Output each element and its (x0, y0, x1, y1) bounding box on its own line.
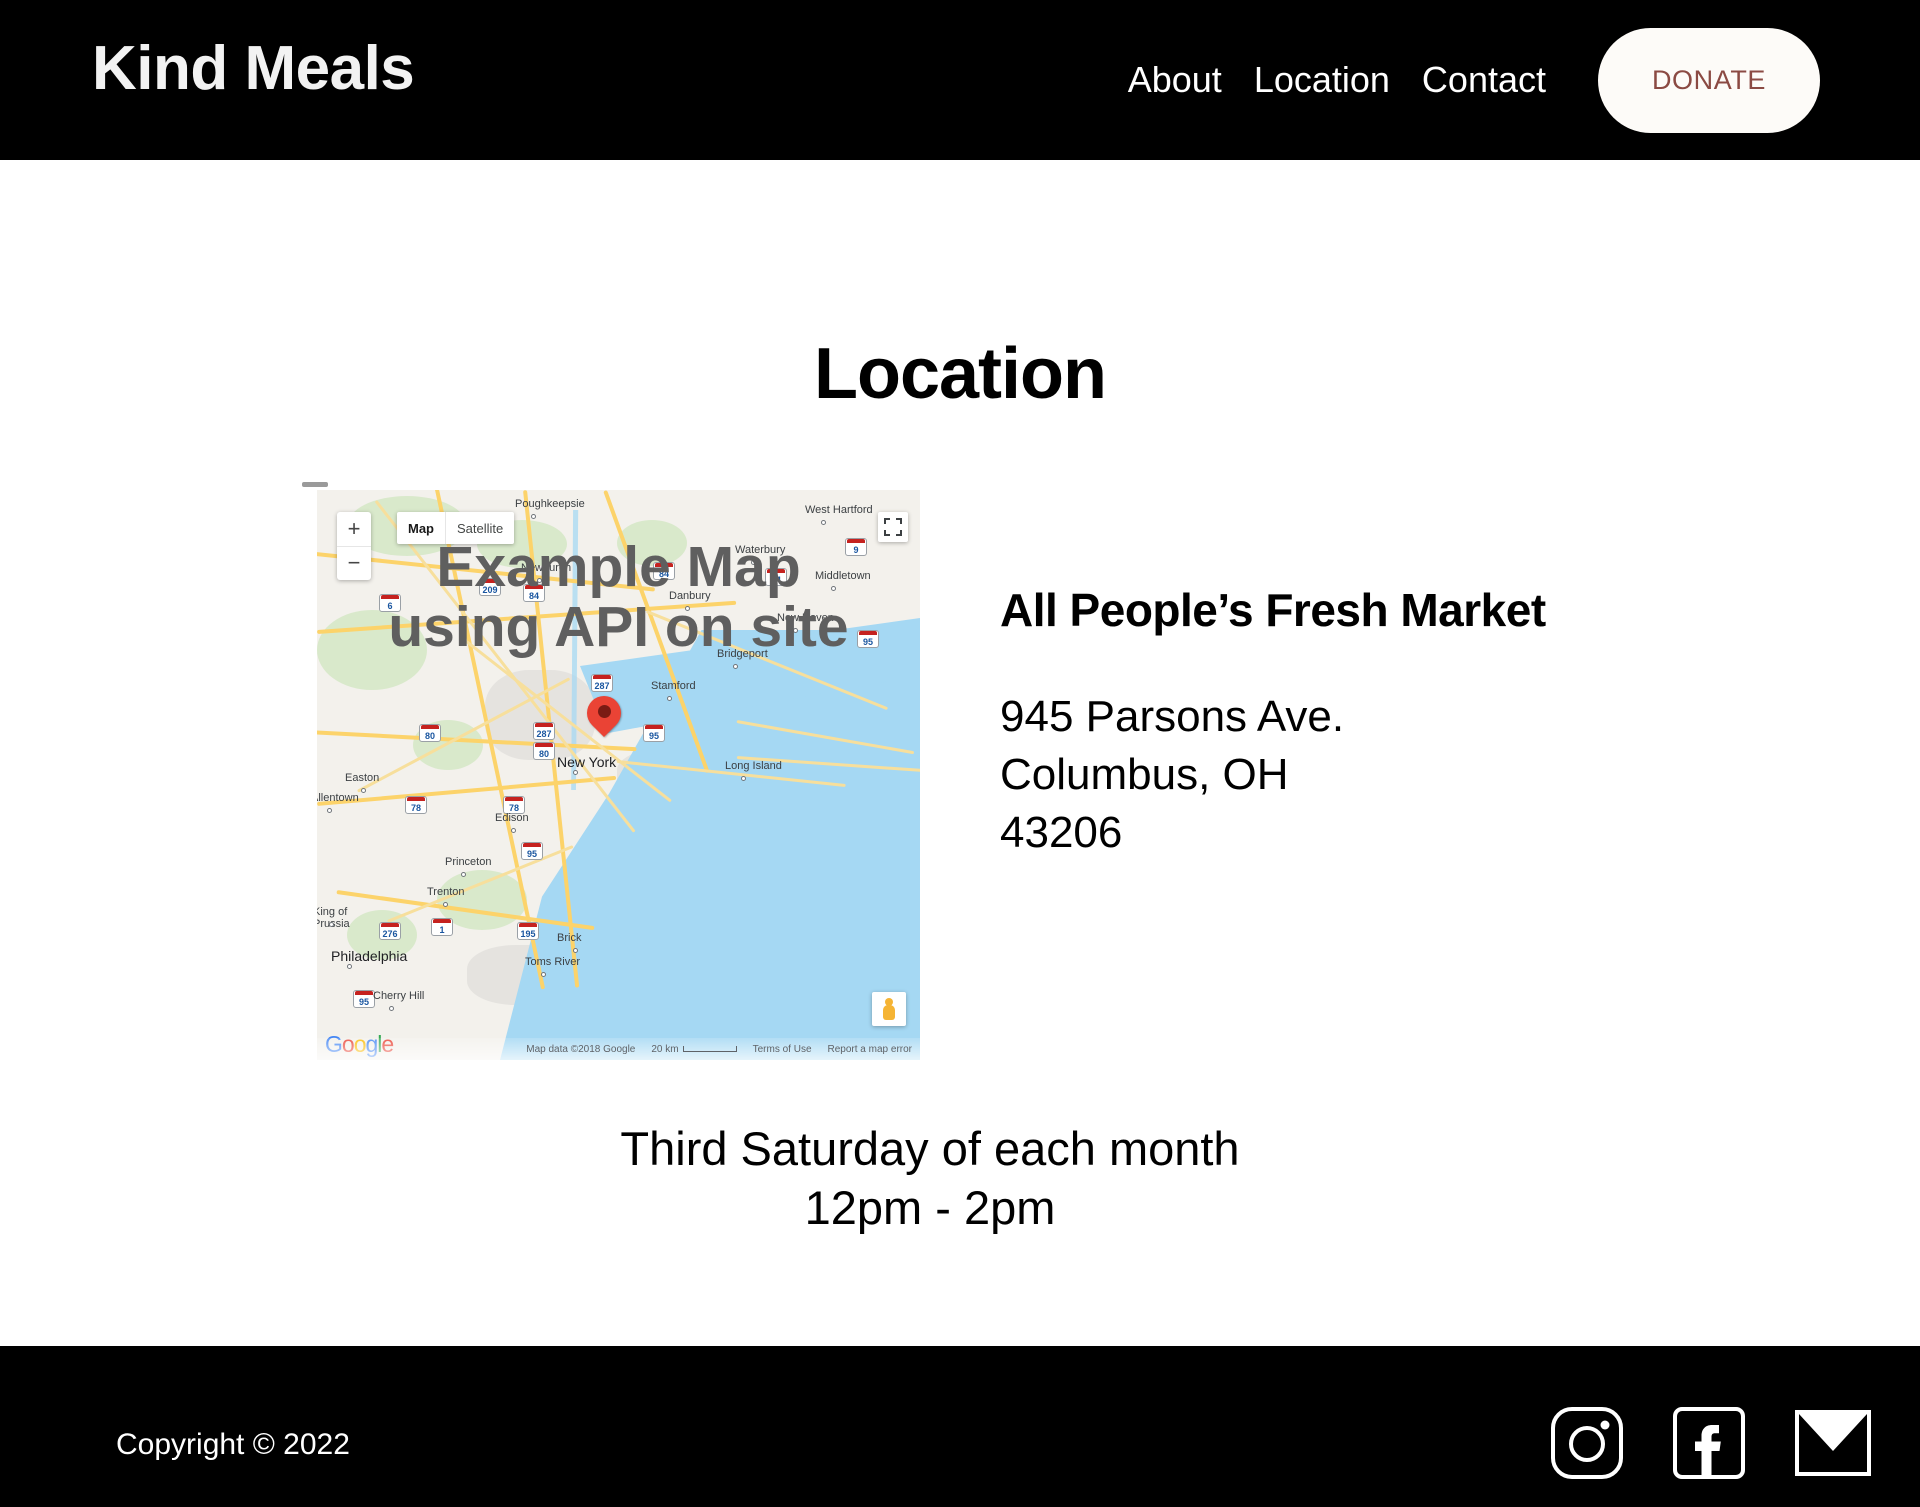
map-route-shield: 95 (353, 990, 375, 1008)
map-top-decoration (302, 482, 328, 487)
site-header: Kind Meals About Location Contact DONATE (0, 0, 1920, 160)
email-icon[interactable] (1794, 1409, 1872, 1482)
map-route-shield: 84 (523, 584, 545, 602)
map-place-label: Stamford (651, 680, 696, 692)
map-route-shield: 1 (431, 918, 453, 936)
map-place-dot (573, 770, 578, 775)
venue-name: All People’s Fresh Market (1000, 584, 1546, 636)
map-place-label: Waterbury (735, 544, 786, 556)
map-data-attribution: Map data ©2018 Google (526, 1043, 636, 1055)
map-route-shield: 80 (419, 724, 441, 742)
map-place-dot (793, 628, 798, 633)
map-route-shield: 276 (379, 922, 401, 940)
map-scale: 20 km (651, 1044, 737, 1055)
map-green-area (317, 610, 427, 690)
map-zoom-controls[interactable]: + − (337, 512, 371, 580)
map-type-option-map[interactable]: Map (397, 512, 445, 544)
map-marker-core (598, 705, 611, 718)
map-place-dot (443, 902, 448, 907)
map-zoom-out-button[interactable]: − (337, 547, 371, 581)
map-place-dot (751, 560, 756, 565)
map-place-dot (667, 696, 672, 701)
map-route-shield: 95 (521, 842, 543, 860)
map-place-label: Newburgh (521, 562, 572, 574)
map-place-dot (361, 788, 366, 793)
nav-link-about[interactable]: About (1112, 62, 1238, 98)
nav-link-contact[interactable]: Contact (1406, 62, 1562, 98)
map-place-dot (741, 776, 746, 781)
map-place-label: Easton (345, 772, 380, 784)
map-place-dot (329, 922, 334, 927)
map-place-label: Allentown (317, 792, 359, 804)
map-place-dot (327, 808, 332, 813)
map-place-label: West Hartford (805, 504, 873, 516)
nav-link-location[interactable]: Location (1238, 62, 1406, 98)
copyright-text: Copyright © 2022 (116, 1428, 350, 1461)
map-route-shield: 78 (405, 796, 427, 814)
map-place-label: Middletown (815, 570, 871, 582)
map-place-label: Toms River (525, 956, 581, 968)
map-place-label: New York (557, 754, 617, 770)
donate-button[interactable]: DONATE (1598, 27, 1820, 133)
street-view-pegman-icon[interactable] (872, 992, 906, 1026)
map-place-dot (733, 664, 738, 669)
map-place-label: Philadelphia (331, 948, 408, 964)
facebook-icon[interactable] (1672, 1406, 1746, 1485)
map-zoom-in-button[interactable]: + (337, 512, 371, 547)
map-route-shield: 84 (653, 562, 675, 580)
map-route-shield: 6 (379, 594, 401, 612)
map-route-shield: 95 (857, 630, 879, 648)
map-place-dot (541, 972, 546, 977)
map-place-label: Brick (557, 932, 582, 944)
map-embed[interactable]: 209 6 84 84 84 9 95 287 287 95 80 80 78 78 95 276 1 195 95… (317, 490, 920, 1060)
map-place-label: New Haven (777, 612, 834, 624)
map-type-option-satellite[interactable]: Satellite (445, 512, 514, 544)
map-marker[interactable] (579, 688, 629, 742)
map-place-label: King of Prussia (317, 906, 350, 930)
map-attribution-bar: Map data ©2018 Google 20 km Terms of Use… (317, 1038, 920, 1060)
map-place-label: Princeton (445, 856, 492, 868)
map-place-dot (573, 948, 578, 953)
map-place-dot (821, 520, 826, 525)
venue-address: 945 Parsons Ave. Columbus, OH 43206 (1000, 691, 1345, 857)
site-logo[interactable]: Kind Meals (92, 38, 415, 100)
map-type-toggle[interactable]: Map Satellite (397, 512, 515, 544)
map-route-shield: 287 (533, 722, 555, 740)
map-place-dot (531, 514, 536, 519)
map-canvas: 209 6 84 84 84 9 95 287 287 95 80 80 78 78 95 276 1 195 95… (317, 490, 920, 1060)
schedule-text: Third Saturday of each month 12pm - 2pm (620, 1122, 1240, 1234)
map-place-label: Danbury (669, 590, 711, 602)
address-block: All People’s Fresh Market 945 Parsons Av… (1000, 585, 1780, 862)
map-report-error-link[interactable]: Report a map error (828, 1044, 912, 1055)
map-route-shield: 80 (533, 742, 555, 760)
map-place-dot (831, 586, 836, 591)
social-links (1550, 1406, 1872, 1485)
map-route-shield: 287 (591, 674, 613, 692)
map-route-shield: 84 (765, 568, 787, 586)
map-place-label: Poughkeepsie (515, 498, 585, 510)
page-title: Location (814, 334, 1107, 414)
map-place-label: Bridgeport (717, 648, 768, 660)
primary-nav: About Location Contact DONATE (1112, 0, 1920, 160)
map-place-dot (461, 872, 466, 877)
map-terms-link[interactable]: Terms of Use (753, 1044, 812, 1055)
map-route-shield: 195 (517, 922, 539, 940)
map-place-label: Edison (495, 812, 529, 824)
map-place-label: Long Island (725, 760, 782, 772)
fullscreen-icon[interactable] (878, 512, 908, 542)
map-route-shield: 95 (643, 724, 665, 742)
map-place-dot (537, 578, 542, 583)
map-place-dot (685, 606, 690, 611)
map-place-dot (511, 828, 516, 833)
pegman-figure (883, 998, 895, 1020)
map-route-shield: 209 (479, 578, 501, 596)
instagram-icon[interactable] (1550, 1406, 1624, 1485)
map-place-dot (389, 1006, 394, 1011)
map-route-shield: 9 (845, 538, 867, 556)
map-place-label: Cherry Hill (373, 990, 425, 1002)
map-place-dot (347, 964, 352, 969)
map-place-label: Trenton (427, 886, 465, 898)
